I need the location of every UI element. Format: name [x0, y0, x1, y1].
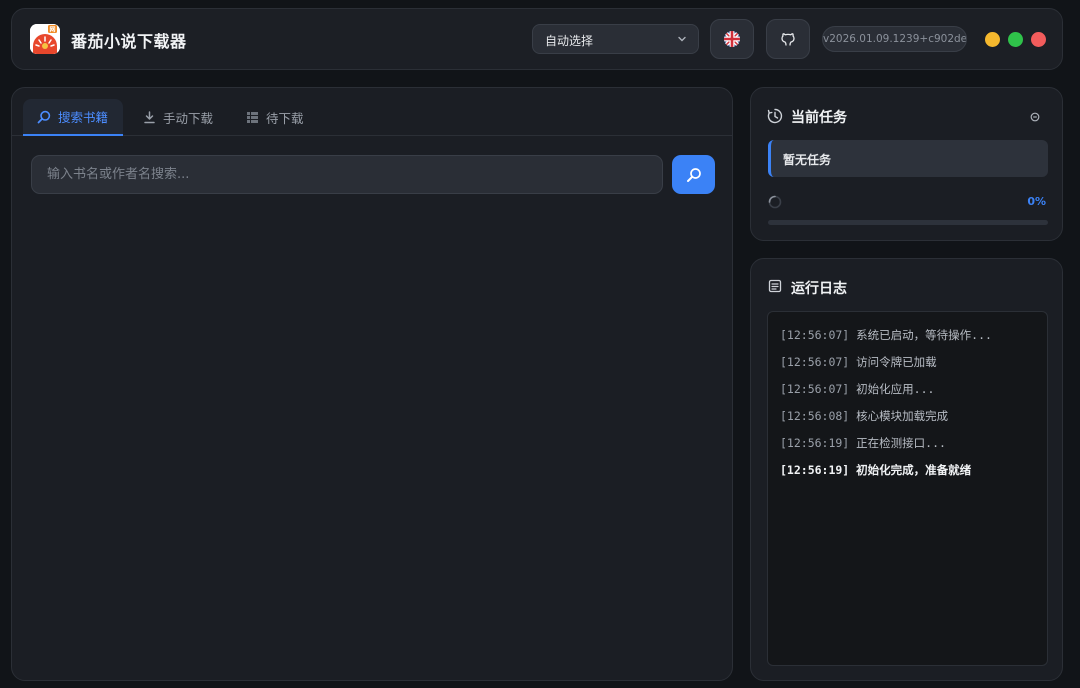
- log-timestamp: [12:56:07]: [780, 355, 850, 369]
- tab-manual-download[interactable]: 手动下载: [129, 99, 227, 136]
- search-button[interactable]: [672, 155, 715, 194]
- log-message: 系统已启动，等待操作...: [849, 328, 992, 342]
- log-entry: [12:56:19] 正在检测接口...: [780, 430, 1035, 457]
- app-window: 网 番茄小说下载器 自动选择 v2026.01.09.1239+c902de2 …: [0, 0, 1080, 688]
- log-timestamp: [12:56:08]: [780, 409, 850, 423]
- log-output: [12:56:07] 系统已启动，等待操作... [12:56:07] 访问令牌已…: [767, 311, 1048, 666]
- task-status-icon: [767, 108, 783, 124]
- log-entry: [12:56:07] 系统已启动，等待操作...: [780, 322, 1035, 349]
- task-status-text: 暂无任务: [783, 153, 832, 167]
- language-button[interactable]: [710, 19, 754, 59]
- source-select[interactable]: 自动选择: [532, 24, 699, 54]
- header-bar: 网 番茄小说下载器 自动选择 v2026.01.09.1239+c902de2: [11, 8, 1063, 70]
- app-logo: 网: [30, 24, 60, 54]
- log-message: 正在检测接口...: [849, 436, 946, 450]
- task-status-box: 暂无任务: [768, 140, 1048, 177]
- version-badge: v2026.01.09.1239+c902de2: [822, 26, 967, 52]
- search-icon: [686, 167, 701, 182]
- current-task-card: 当前任务 暂无任务 0%: [750, 87, 1063, 241]
- tab-bar: 搜索书籍 手动下载 待下载: [12, 88, 732, 136]
- search-input[interactable]: [31, 155, 663, 194]
- log-title: 运行日志: [791, 281, 847, 297]
- download-icon: [144, 111, 155, 124]
- search-icon: [37, 110, 51, 123]
- log-timestamp: [12:56:07]: [780, 328, 850, 342]
- log-message: 初始化完成，准备就绪: [849, 463, 972, 477]
- github-icon: [781, 33, 795, 46]
- log-entry: [12:56:07] 访问令牌已加载: [780, 349, 1035, 376]
- current-task-title: 当前任务: [791, 110, 847, 126]
- github-button[interactable]: [766, 19, 810, 59]
- minimize-button[interactable]: [985, 32, 1000, 47]
- loading-spinner-icon: [768, 195, 782, 209]
- log-card: 运行日志 [12:56:07] 系统已启动，等待操作... [12:56:07] …: [750, 258, 1063, 681]
- log-message: 初始化应用...: [849, 382, 935, 396]
- progress-percent: 0%: [1027, 195, 1046, 208]
- log-timestamp: [12:56:07]: [780, 382, 850, 396]
- main-panel: 搜索书籍 手动下载 待下载: [11, 87, 733, 681]
- uk-flag-icon: [724, 31, 740, 47]
- tab-queue[interactable]: 待下载: [232, 99, 318, 136]
- log-icon: [768, 279, 782, 293]
- tab-search[interactable]: 搜索书籍: [23, 99, 123, 136]
- log-timestamp: [12:56:19]: [780, 463, 850, 477]
- log-timestamp: [12:56:19]: [780, 436, 850, 450]
- source-select-value: 自动选择: [545, 34, 594, 48]
- progress-bar: [768, 220, 1048, 225]
- tab-search-label: 搜索书籍: [58, 110, 109, 125]
- tab-manual-download-label: 手动下载: [163, 111, 214, 126]
- log-message: 访问令牌已加载: [849, 355, 937, 369]
- chevron-down-icon: [678, 36, 686, 42]
- collapse-icon[interactable]: [1030, 112, 1040, 122]
- logo-badge-text: 网: [49, 26, 55, 34]
- close-button[interactable]: [1031, 32, 1046, 47]
- maximize-button[interactable]: [1008, 32, 1023, 47]
- log-entry: [12:56:07] 初始化应用...: [780, 376, 1035, 403]
- queue-icon: [247, 112, 258, 123]
- app-title: 番茄小说下载器: [71, 32, 187, 51]
- log-entry: [12:56:08] 核心模块加载完成: [780, 403, 1035, 430]
- log-entry: [12:56:19] 初始化完成，准备就绪: [780, 457, 1035, 484]
- log-message: 核心模块加载完成: [849, 409, 949, 423]
- tab-queue-label: 待下载: [266, 111, 304, 126]
